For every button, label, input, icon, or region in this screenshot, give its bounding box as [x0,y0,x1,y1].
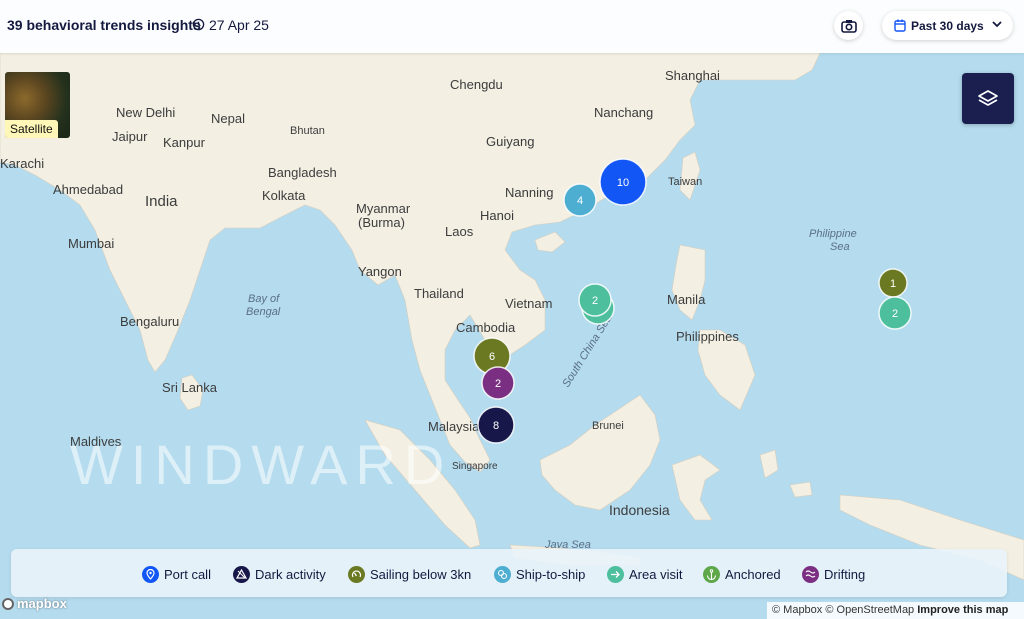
cluster-count: 1 [890,278,896,290]
mapbox-icon [2,597,14,610]
area-visit-icon [607,565,624,583]
cluster-count: 2 [592,295,598,307]
legend-item-ship-to-ship[interactable]: Ship-to-ship [494,565,585,583]
city-ahmedabad: Ahmedabad [53,182,123,197]
country-sri-lanka: Sri Lanka [162,380,218,395]
country-nepal: Nepal [211,111,245,126]
period-select[interactable]: Past 30 days [882,11,1013,40]
cluster-marker-area-visit[interactable]: 2 [578,283,612,317]
country-vietnam: Vietnam [505,296,552,311]
cluster-marker-area-visit[interactable]: 2 [878,296,912,330]
cluster-count: 10 [617,177,629,189]
city-guiyang: Guiyang [486,134,534,149]
chevron-down-icon [992,21,1002,28]
legend-label: Dark activity [255,566,326,582]
cluster-marker-ship-to-ship[interactable]: 4 [563,183,597,217]
city-kolkata: Kolkata [262,188,306,203]
city-singapore: Singapore [452,461,498,472]
legend-item-dark-activity[interactable]: Dark activity [233,565,326,583]
city-kanpur: Kanpur [163,135,206,150]
attribution-osm[interactable]: © OpenStreetMap [825,604,914,616]
drifting-icon [802,565,819,583]
top-bar: 39 behavioral trends insights 27 Apr 25 … [0,0,1024,53]
improve-map-link[interactable]: Improve this map [917,604,1008,616]
cluster-marker-sailing-below-3kn[interactable]: 1 [878,268,908,298]
dark-activity-icon [233,565,250,583]
country-myanmar-burma: (Burma) [358,215,405,230]
ship-to-ship-icon [494,565,511,583]
legend-item-port-call[interactable]: Port call [142,565,211,583]
city-jaipur: Jaipur [112,129,148,144]
city-manila: Manila [667,292,706,307]
city-taiwan: Taiwan [668,176,702,188]
legend-label: Sailing below 3kn [370,566,472,582]
city-new-delhi: New Delhi [116,105,175,120]
attribution-mapbox[interactable]: © Mapbox [772,604,822,616]
legend-label: Port call [164,566,211,582]
city-mumbai: Mumbai [68,236,114,251]
anchor-icon [703,565,720,583]
sailing-below-3kn-icon [348,565,365,583]
cluster-marker-port-call[interactable]: 10 [599,158,647,206]
country-malaysia: Malaysia [428,419,480,434]
sea-bay-of: Bay of [248,293,280,305]
satellite-label: Satellite [5,120,58,138]
country-thailand: Thailand [414,286,464,301]
camera-icon [840,19,857,33]
sea-philippine-sea: Sea [830,241,850,253]
country-indonesia: Indonesia [609,502,670,518]
layers-button[interactable] [962,73,1014,124]
legend-label: Drifting [824,566,866,582]
calendar-icon [894,19,906,32]
country-brunei: Brunei [592,420,624,432]
period-label: Past 30 days [911,19,984,33]
cluster-marker-drifting[interactable]: 2 [481,366,515,400]
legend-label: Area visit [629,566,683,582]
city-karachi: Karachi [0,156,44,171]
legend-label: Ship-to-ship [516,566,586,582]
country-cambodia: Cambodia [456,320,516,335]
legend-item-sailing-below-3kn[interactable]: Sailing below 3kn [348,565,471,583]
screenshot-button[interactable] [834,11,863,40]
city-nanchang: Nanchang [594,105,653,120]
country-bhutan: Bhutan [290,125,325,137]
cluster-count: 6 [489,351,495,363]
city-hanoi: Hanoi [480,208,514,223]
country-india: India [145,193,178,210]
sea-bengal: Bengal [246,306,281,318]
cluster-count: 8 [493,420,499,432]
insights-title: 39 behavioral trends insights [7,17,201,33]
map-canvas[interactable]: Chengdu Shanghai Nanchang Guiyang Nannin… [0,0,1024,619]
mapbox-logo-text: mapbox [17,596,67,611]
legend-label: Anchored [725,566,781,582]
legend-item-anchored[interactable]: Anchored [703,565,781,583]
legend-bar: Port call Dark activity Sailing below 3k… [11,549,1007,597]
port-call-icon [142,565,159,583]
city-nanning: Nanning [505,185,553,200]
city-bengaluru: Bengaluru [120,314,179,329]
insights-date: 27 Apr 25 [209,17,269,33]
city-yangon: Yangon [358,264,402,279]
watermark: WINDWARD [70,433,452,496]
cluster-count: 2 [892,308,898,320]
attribution: © Mapbox © OpenStreetMap Improve this ma… [767,602,1024,619]
legend-item-area-visit[interactable]: Area visit [607,565,682,583]
layers-icon [978,89,998,106]
mapbox-logo[interactable]: mapbox [2,596,67,611]
city-chengdu: Chengdu [450,77,503,92]
country-bangladesh: Bangladesh [268,165,337,180]
country-laos: Laos [445,224,474,239]
country-philippines: Philippines [676,329,739,344]
city-shanghai: Shanghai [665,68,720,83]
satellite-toggle[interactable]: Satellite [5,72,70,138]
cluster-marker-dark-activity[interactable]: 8 [477,406,515,444]
sea-philippine: Philippine [809,228,857,240]
history-icon [192,18,205,31]
country-myanmar: Myanmar [356,201,411,216]
cluster-count: 2 [495,378,501,390]
legend-item-drifting[interactable]: Drifting [802,565,865,583]
cluster-count: 4 [577,195,583,207]
